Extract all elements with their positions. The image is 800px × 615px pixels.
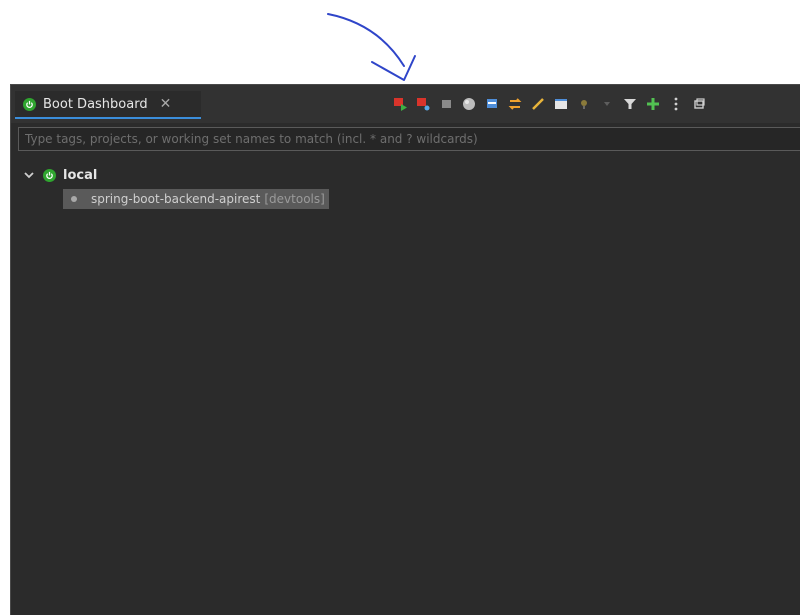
boot-apps-tree: local <box>23 165 97 185</box>
edit-icon[interactable] <box>527 93 549 115</box>
tab-title: Boot Dashboard <box>43 96 148 112</box>
refresh-icon[interactable] <box>504 93 526 115</box>
debug-icon[interactable] <box>412 93 434 115</box>
toolbar <box>389 93 711 115</box>
start-icon[interactable] <box>389 93 411 115</box>
restore-icon[interactable] <box>688 93 710 115</box>
app-name: spring-boot-backend-apirest <box>91 192 261 206</box>
view-tab-bar: Boot Dashboard ✕ <box>11 85 800 123</box>
properties-icon[interactable] <box>550 93 572 115</box>
filter-input[interactable] <box>18 127 800 151</box>
console-icon[interactable] <box>481 93 503 115</box>
filter-icon[interactable] <box>619 93 641 115</box>
tree-node-local[interactable]: local <box>23 165 97 185</box>
spring-boot-icon <box>23 97 36 111</box>
spring-boot-icon <box>43 168 56 182</box>
app-status-icon <box>71 196 77 202</box>
boot-dashboard-view: Boot Dashboard ✕ Type tags, projects, or… <box>10 84 800 615</box>
open-browser-icon[interactable] <box>458 93 480 115</box>
chevron-down-icon[interactable] <box>23 169 35 181</box>
view-menu-icon[interactable] <box>665 93 687 115</box>
live-hover-icon[interactable] <box>573 93 595 115</box>
tab-boot-dashboard[interactable]: Boot Dashboard ✕ <box>15 91 201 119</box>
dropdown-icon[interactable] <box>596 93 618 115</box>
add-icon[interactable] <box>642 93 664 115</box>
tree-item-app[interactable]: spring-boot-backend-apirest [devtools] <box>63 189 329 209</box>
annotation-arrow <box>327 13 416 81</box>
tree-node-label: local <box>63 167 98 183</box>
close-icon[interactable]: ✕ <box>160 96 172 112</box>
stop-icon[interactable] <box>435 93 457 115</box>
app-tag: [devtools] <box>264 192 325 206</box>
